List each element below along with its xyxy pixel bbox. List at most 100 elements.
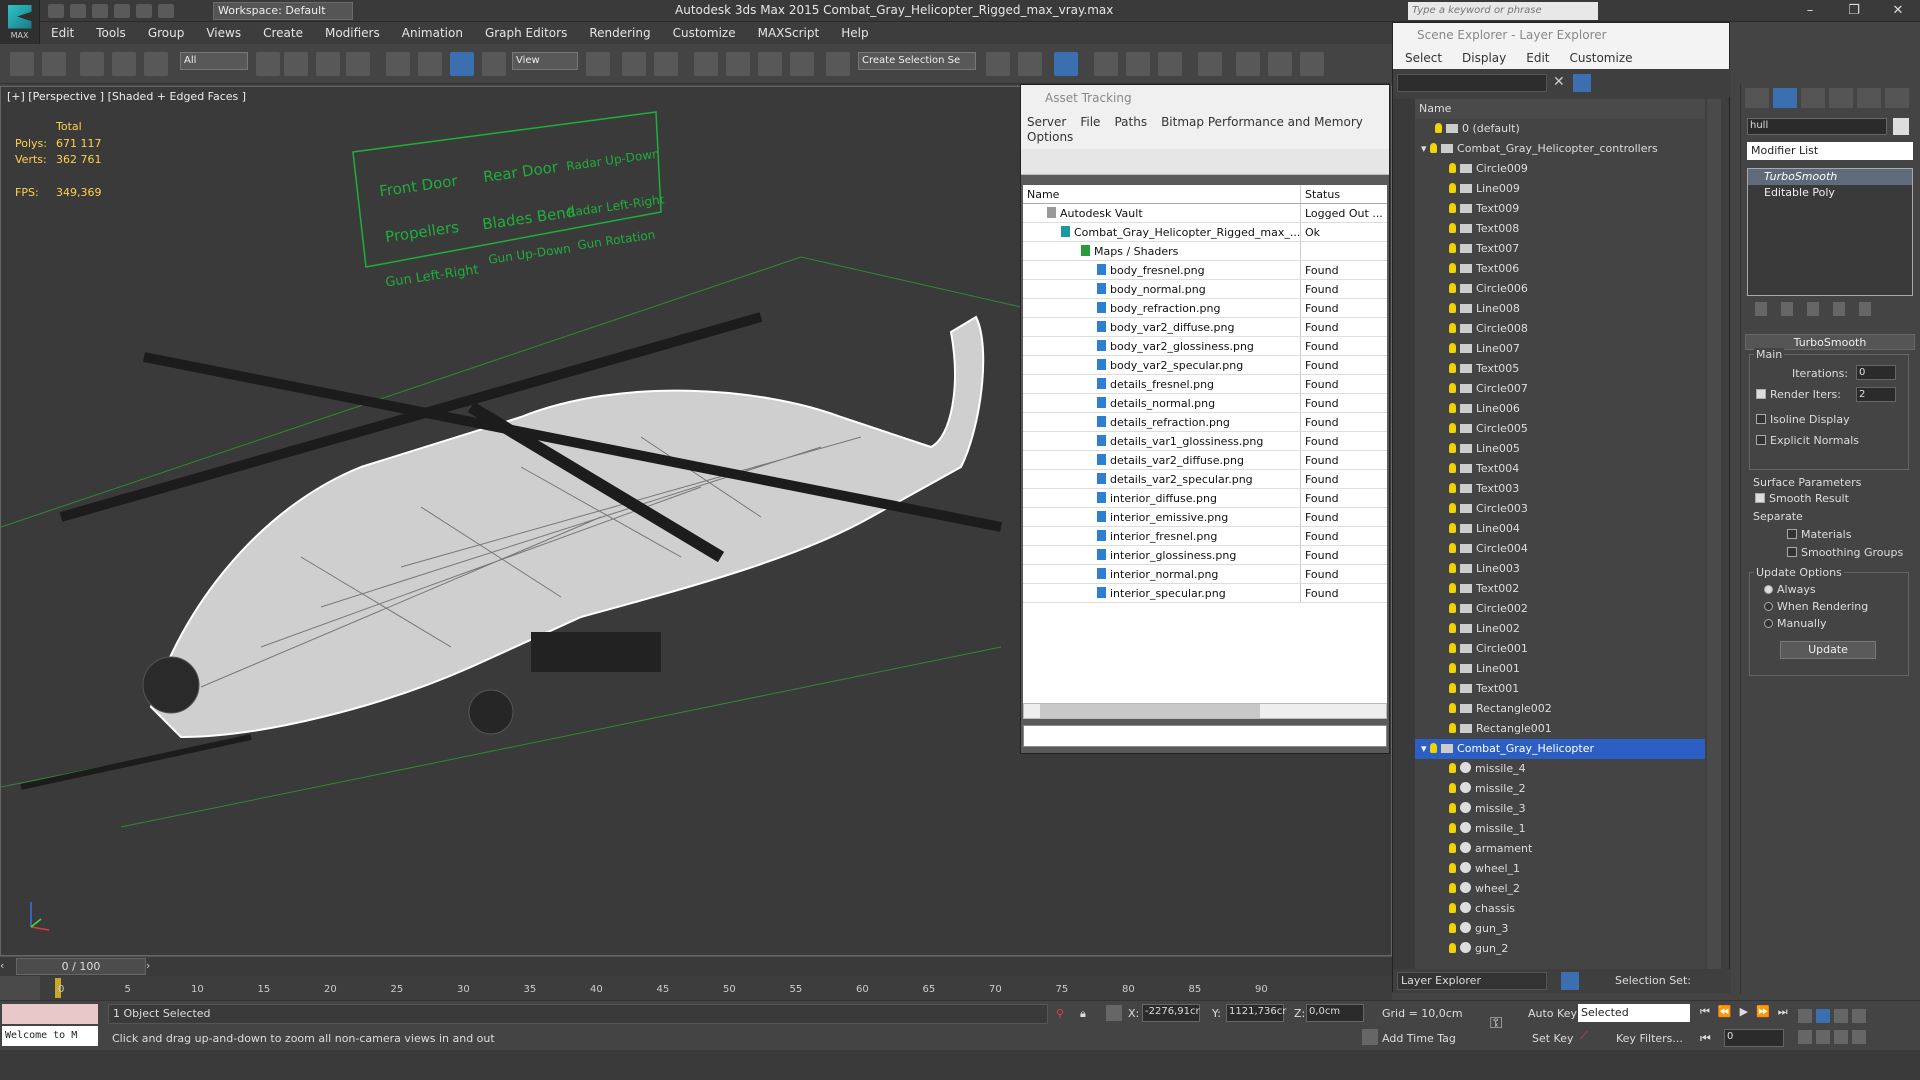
object-row[interactable]: armament (1415, 839, 1705, 859)
light-bulb-icon[interactable] (1449, 463, 1456, 473)
curve-editor-icon[interactable] (1126, 52, 1150, 76)
table-row[interactable]: Autodesk Vault Logged Out ... (1023, 204, 1387, 223)
key-mode-dropdown[interactable]: Selected (1578, 1004, 1690, 1022)
maxscript-mini-listener[interactable]: Welcome to M (2, 1026, 98, 1046)
workspace-dropdown[interactable]: Workspace: Default (213, 2, 353, 20)
zoom-extents-all-icon[interactable] (1852, 1009, 1866, 1023)
table-row[interactable]: details_fresnel.png Found (1023, 375, 1387, 394)
light-bulb-icon[interactable] (1449, 263, 1456, 273)
light-bulb-icon[interactable] (1449, 423, 1456, 433)
unlink-icon[interactable] (112, 52, 136, 76)
smooth-result-checkbox[interactable] (1755, 493, 1765, 503)
table-row[interactable]: body_refraction.png Found (1023, 299, 1387, 318)
light-bulb-icon[interactable] (1449, 563, 1456, 573)
scene-menu-display[interactable]: Display (1462, 51, 1506, 65)
object-row[interactable]: Line001 (1415, 659, 1705, 679)
key-mode-toggle-icon[interactable]: ⏮ (1700, 1031, 1711, 1046)
asset-menu-options[interactable]: Options (1027, 130, 1073, 144)
object-row[interactable]: Circle009 (1415, 159, 1705, 179)
object-row[interactable]: Line003 (1415, 559, 1705, 579)
light-bulb-icon[interactable] (1449, 323, 1456, 333)
table-row[interactable]: details_var2_diffuse.png Found (1023, 451, 1387, 470)
isolate-icon[interactable]: ⚲ (1056, 1007, 1064, 1020)
isoline-checkbox[interactable] (1756, 414, 1766, 424)
table-row[interactable]: interior_emissive.png Found (1023, 508, 1387, 527)
modify-tab-icon[interactable] (1773, 88, 1797, 108)
light-bulb-icon[interactable] (1449, 183, 1456, 193)
light-bulb-icon[interactable] (1449, 643, 1456, 653)
transform-mode-icon[interactable] (1106, 1005, 1122, 1021)
selection-lock-icon[interactable]: 🔒︎ (1080, 1007, 1086, 1021)
fov-icon[interactable] (1798, 1030, 1812, 1044)
light-bulb-icon[interactable] (1449, 383, 1456, 393)
menu-views[interactable]: Views (195, 22, 252, 44)
asset-path-field[interactable] (1023, 725, 1387, 747)
object-row[interactable]: missile_3 (1415, 799, 1705, 819)
update-button[interactable]: Update (1780, 641, 1876, 659)
light-bulb-icon[interactable] (1449, 703, 1456, 713)
set-key-button[interactable]: Set Key (1532, 1032, 1574, 1045)
render-iters-checkbox[interactable] (1756, 389, 1766, 399)
light-bulb-icon[interactable] (1449, 543, 1456, 553)
object-name-field[interactable]: hull (1747, 118, 1887, 135)
light-bulb-icon[interactable] (1449, 163, 1456, 173)
light-bulb-icon[interactable] (1435, 123, 1442, 133)
toggle-ribbon-icon[interactable] (1094, 52, 1118, 76)
menu-modifiers[interactable]: Modifiers (314, 22, 391, 44)
snaps-toggle-icon[interactable] (694, 52, 718, 76)
object-row[interactable]: Line007 (1415, 339, 1705, 359)
z-coordinate-field[interactable]: 0,0cm (1306, 1004, 1364, 1022)
angle-snap-icon[interactable] (726, 52, 750, 76)
asset-menu-paths[interactable]: Paths (1114, 115, 1147, 129)
place-icon[interactable] (482, 52, 506, 76)
smoothing-groups-checkbox[interactable] (1787, 547, 1797, 557)
menu-group[interactable]: Group (137, 22, 196, 44)
light-bulb-icon[interactable] (1449, 623, 1456, 633)
light-bulb-icon[interactable] (1449, 363, 1456, 373)
select-by-name-icon[interactable] (284, 52, 308, 76)
scene-menu-select[interactable]: Select (1405, 51, 1442, 65)
col-name[interactable]: Name (1023, 185, 1301, 203)
orbit-icon[interactable] (1834, 1030, 1848, 1044)
zoom-extents-icon[interactable] (1834, 1009, 1848, 1023)
hierarchy-tab-icon[interactable] (1801, 88, 1825, 108)
scene-menu-customize[interactable]: Customize (1570, 51, 1633, 65)
link-icon[interactable] (80, 52, 104, 76)
search-input[interactable]: Type a keyword or phrase (1408, 2, 1598, 20)
object-row[interactable]: Text001 (1415, 679, 1705, 699)
light-bulb-icon[interactable] (1430, 743, 1438, 753)
minimize-icon[interactable]: – (1788, 0, 1832, 22)
zoom-all-icon[interactable] (1816, 1009, 1830, 1023)
add-time-tag[interactable]: Add Time Tag (1382, 1032, 1456, 1045)
object-row[interactable]: wheel_1 (1415, 859, 1705, 879)
light-bulb-icon[interactable] (1449, 483, 1456, 493)
table-row[interactable]: Maps / Shaders (1023, 242, 1387, 261)
object-row[interactable]: Text009 (1415, 199, 1705, 219)
render-icon[interactable] (1300, 52, 1324, 76)
table-row[interactable]: details_var2_specular.png Found (1023, 470, 1387, 489)
scroll-thumb[interactable] (1040, 704, 1260, 718)
modifier-turbosmooth[interactable]: TurboSmooth (1748, 169, 1912, 185)
helicopter-wireframe[interactable] (20, 312, 1002, 790)
move-icon[interactable] (386, 52, 410, 76)
rect-selection-icon[interactable] (316, 52, 340, 76)
menu-edit[interactable]: Edit (40, 22, 85, 44)
object-row[interactable]: Circle002 (1415, 599, 1705, 619)
layer-row-selected[interactable]: ▾ Combat_Gray_Helicopter (1415, 739, 1705, 759)
playback-controls[interactable]: ⏮⏪▶⏩⏭ (1700, 1005, 1796, 1019)
light-bulb-icon[interactable] (1449, 603, 1456, 613)
pivot-center-icon[interactable] (586, 52, 610, 76)
auto-key-button[interactable]: Auto Key (1528, 1007, 1577, 1020)
object-color-swatch[interactable] (1893, 118, 1909, 135)
key-filters-button[interactable]: Key Filters... (1616, 1032, 1683, 1045)
menu-customize[interactable]: Customize (662, 22, 747, 44)
keyboard-shortcut-icon[interactable] (654, 52, 678, 76)
object-row[interactable]: Text003 (1415, 479, 1705, 499)
undo-icon[interactable] (114, 4, 130, 18)
object-row[interactable]: Circle006 (1415, 279, 1705, 299)
light-bulb-icon[interactable] (1449, 343, 1456, 353)
object-row[interactable]: missile_1 (1415, 819, 1705, 839)
display-tab-icon[interactable] (1857, 88, 1881, 108)
prev-frame-icon[interactable]: ‹ (0, 959, 14, 975)
object-row[interactable]: chassis (1415, 899, 1705, 919)
